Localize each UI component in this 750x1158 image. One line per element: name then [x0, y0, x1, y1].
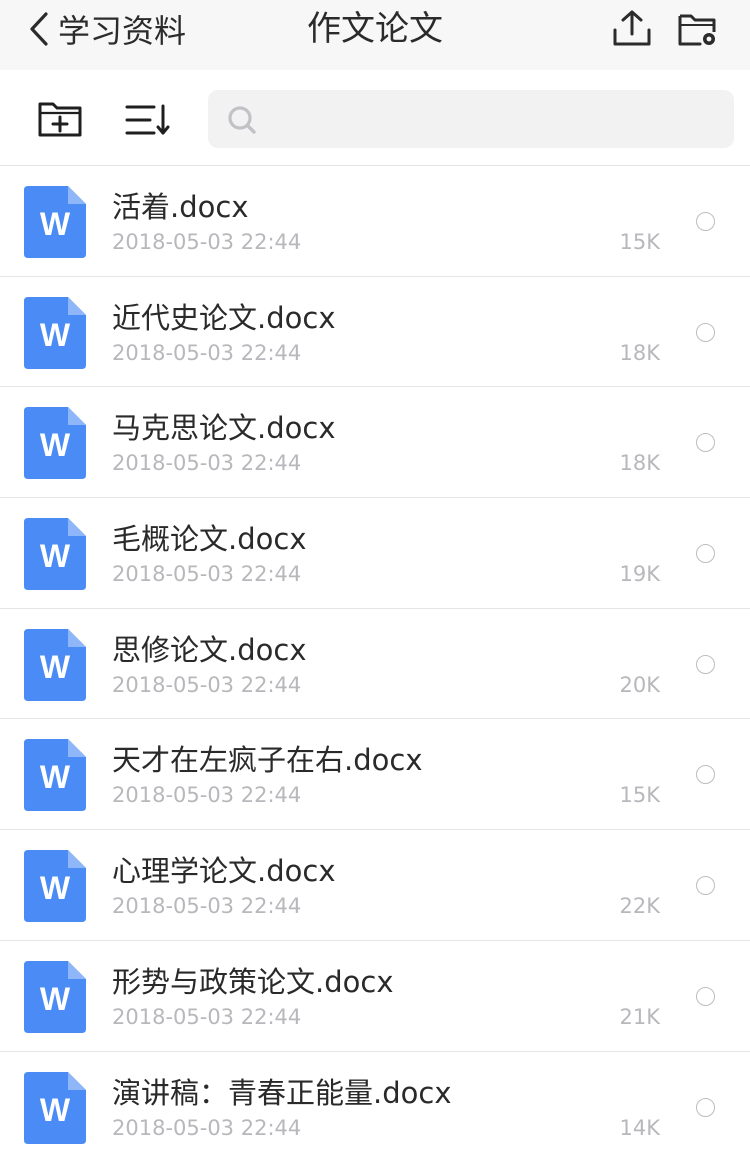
file-name: 形势与政策论文.docx — [112, 964, 394, 999]
word-icon-letter: W — [40, 1092, 71, 1128]
select-radio[interactable] — [696, 544, 715, 564]
file-name: 演讲稿：青春正能量.docx — [112, 1075, 452, 1110]
folder-plus-icon — [38, 102, 82, 137]
word-document-icon: W — [24, 1071, 86, 1144]
file-date: 2018-05-03 22:44 — [112, 340, 302, 365]
select-radio[interactable] — [696, 1097, 715, 1117]
select-radio[interactable] — [696, 765, 715, 785]
file-size: 15K — [619, 783, 661, 808]
select-radio[interactable] — [696, 654, 715, 674]
word-icon-letter: W — [40, 870, 71, 906]
file-list: W 活着.docx 2018-05-03 22:44 15K W 近代史论文.docx 20… — [0, 166, 750, 1158]
upload-icon — [613, 10, 651, 46]
file-row[interactable]: W 天才在左疯子在右.docx 2018-05-03 22:44 15K — [0, 719, 750, 831]
folder-settings-button[interactable] — [676, 8, 720, 48]
file-row[interactable]: W 马克思论文.docx 2018-05-03 22:44 18K — [0, 387, 750, 499]
file-row[interactable]: W 思修论文.docx 2018-05-03 22:44 20K — [0, 608, 750, 720]
file-date: 2018-05-03 22:44 — [112, 1115, 302, 1140]
select-radio[interactable] — [696, 433, 715, 453]
upload-button[interactable] — [610, 8, 654, 48]
file-name: 思修论文.docx — [112, 632, 307, 667]
word-document-icon: W — [24, 296, 86, 369]
file-row[interactable]: W 心理学论文.docx 2018-05-03 22:44 22K — [0, 830, 750, 941]
sort-button[interactable] — [124, 103, 172, 137]
word-icon-letter: W — [40, 317, 71, 353]
word-icon-letter: W — [40, 981, 71, 1017]
search-icon — [228, 106, 256, 134]
file-name: 天才在左疯子在右.docx — [112, 743, 423, 778]
word-document-icon: W — [24, 407, 86, 480]
file-name: 近代史论文.docx — [112, 300, 336, 335]
file-row[interactable]: W 毛概论文.docx 2018-05-03 22:44 19K — [0, 498, 750, 609]
file-date: 2018-05-03 22:44 — [112, 451, 302, 476]
new-folder-button[interactable] — [36, 99, 84, 139]
word-icon-letter: W — [40, 427, 71, 463]
search-bar[interactable] — [208, 90, 734, 148]
sort-icon — [125, 104, 170, 135]
file-date: 2018-05-03 22:44 — [112, 230, 302, 254]
file-name: 活着.docx — [112, 190, 249, 224]
folder-settings-icon — [678, 14, 716, 46]
file-name: 毛概论文.docx — [112, 522, 307, 557]
file-name: 心理学论文.docx — [112, 854, 336, 889]
select-radio[interactable] — [696, 876, 715, 896]
word-icon-letter: W — [40, 538, 71, 574]
file-size: 15K — [619, 230, 661, 254]
file-size: 19K — [619, 562, 661, 587]
file-size: 18K — [619, 451, 661, 476]
file-row[interactable]: W 近代史论文.docx 2018-05-03 22:44 18K — [0, 276, 750, 388]
file-size: 14K — [619, 1115, 661, 1140]
file-row[interactable]: W 演讲稿：青春正能量.docx 2018-05-03 22:44 14K — [0, 1051, 750, 1158]
word-icon-letter: W — [40, 206, 71, 242]
file-name: 马克思论文.docx — [112, 411, 336, 446]
file-size: 21K — [619, 1004, 661, 1029]
word-icon-letter: W — [40, 759, 71, 795]
nav-bar: 学习资料 作文论文 — [0, 0, 750, 70]
toolbar — [0, 70, 750, 166]
search-input[interactable] — [268, 90, 718, 148]
select-radio[interactable] — [696, 986, 715, 1006]
word-document-icon: W — [24, 739, 86, 812]
word-document-icon: W — [24, 850, 86, 923]
file-date: 2018-05-03 22:44 — [112, 894, 302, 919]
word-icon-letter: W — [40, 649, 71, 685]
file-size: 22K — [619, 894, 661, 919]
file-size: 18K — [619, 340, 661, 365]
word-document-icon: W — [24, 628, 86, 701]
file-size: 20K — [619, 672, 661, 697]
file-date: 2018-05-03 22:44 — [112, 562, 302, 587]
file-date: 2018-05-03 22:44 — [112, 1004, 302, 1029]
file-row[interactable]: W 活着.docx 2018-05-03 22:44 15K — [0, 166, 750, 277]
file-date: 2018-05-03 22:44 — [112, 783, 302, 808]
word-document-icon: W — [24, 960, 86, 1033]
file-row[interactable]: W 形势与政策论文.docx 2018-05-03 22:44 21K — [0, 940, 750, 1052]
word-document-icon: W — [24, 518, 86, 591]
select-radio[interactable] — [696, 212, 715, 231]
select-radio[interactable] — [696, 322, 715, 342]
file-date: 2018-05-03 22:44 — [112, 672, 302, 697]
word-document-icon: W — [24, 186, 86, 258]
